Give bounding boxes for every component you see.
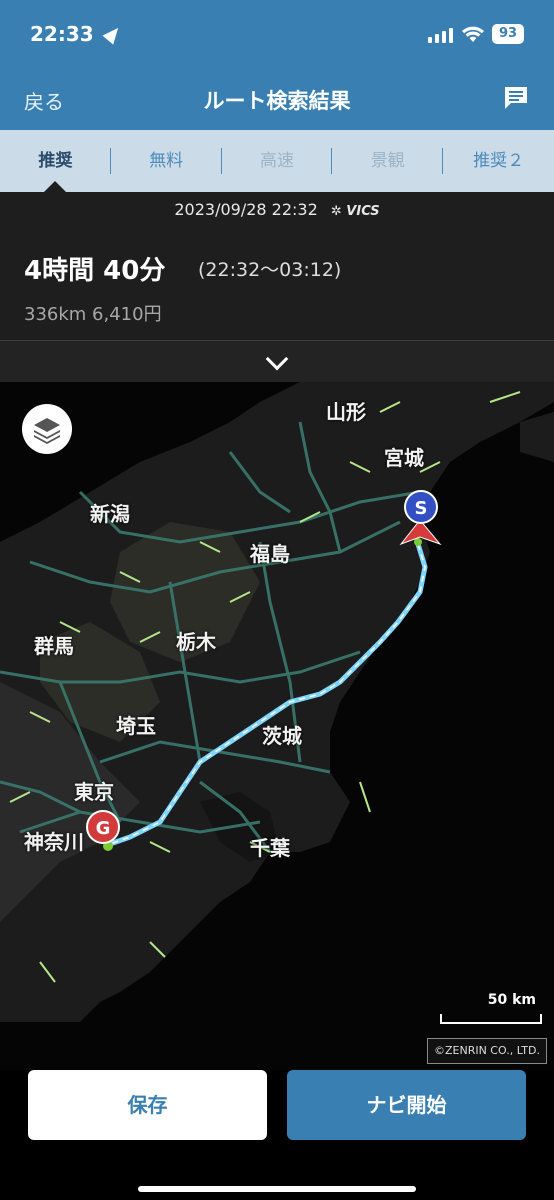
map-label-yamagata: 山形 [326, 400, 366, 424]
goal-marker[interactable]: G [86, 810, 120, 844]
home-indicator [138, 1186, 416, 1192]
map-layers-button[interactable] [22, 404, 72, 454]
clock: 22:33 [30, 22, 94, 46]
layers-icon [34, 418, 60, 444]
start-marker[interactable]: S [404, 490, 438, 524]
map-label-tochigi: 栃木 [176, 630, 216, 654]
route-time-span: (22:32～03:12) [198, 259, 342, 281]
route-distance-cost: 336km 6,410円 [24, 304, 162, 325]
route-summary: 2023/09/28 22:32 ✲ VICS 4時間 40分 (22:32～0… [0, 192, 554, 340]
route-duration: 4時間 40分 [24, 256, 166, 286]
start-navigation-button[interactable]: ナビ開始 [287, 1070, 526, 1140]
expand-details-button[interactable] [0, 340, 554, 382]
chevron-down-icon [265, 347, 289, 371]
tab-recommended[interactable]: 推奨 [0, 130, 111, 192]
map-label-saitama: 埼玉 [116, 714, 156, 738]
tab-scenic[interactable]: 景観 [332, 130, 444, 192]
route-datetime: 2023/09/28 22:32 ✲ VICS [174, 200, 380, 219]
location-arrow-icon [102, 23, 124, 45]
map-label-kanagawa: 神奈川 [24, 830, 84, 854]
message-icon[interactable] [502, 84, 530, 112]
wifi-icon [462, 26, 484, 42]
tab-expressway[interactable]: 高速 [222, 130, 333, 192]
scale-bar [440, 1014, 542, 1024]
vics-logo: ✲ VICS [330, 204, 380, 219]
route-option-tabs: 推奨 無料 高速 景観 推奨２ [0, 130, 554, 192]
status-bar: 22:33 93 [0, 0, 554, 70]
route-map[interactable]: 山形 宮城 新潟 福島 群馬 栃木 埼玉 茨城 東京 神奈川 千葉 S G 50… [0, 382, 554, 1070]
map-label-tokyo: 東京 [74, 780, 114, 804]
page-title: ルート検索結果 [203, 89, 351, 113]
cellular-signal-icon [428, 28, 453, 43]
map-copyright: ©ZENRIN CO., LTD. [427, 1038, 547, 1064]
tab-free[interactable]: 無料 [111, 130, 222, 192]
battery-icon: 93 [492, 24, 524, 44]
app-header-area: 22:33 93 戻る ルート検索結果 [0, 0, 554, 130]
map-label-miyagi: 宮城 [384, 446, 424, 470]
save-button[interactable]: 保存 [28, 1070, 267, 1140]
map-label-chiba: 千葉 [250, 836, 290, 860]
map-scale: 50 km [440, 992, 542, 1024]
tab-recommended-2[interactable]: 推奨２ [443, 130, 554, 192]
map-label-gunma: 群馬 [34, 634, 74, 658]
bottom-actions: 保存 ナビ開始 [0, 1070, 554, 1200]
active-tab-caret [44, 181, 67, 192]
status-time: 22:33 [30, 22, 124, 46]
map-label-ibaraki: 茨城 [262, 724, 302, 748]
map-label-niigata: 新潟 [90, 502, 130, 526]
nav-header: 戻る ルート検索結果 [0, 70, 554, 130]
map-label-fukushima: 福島 [250, 542, 290, 566]
